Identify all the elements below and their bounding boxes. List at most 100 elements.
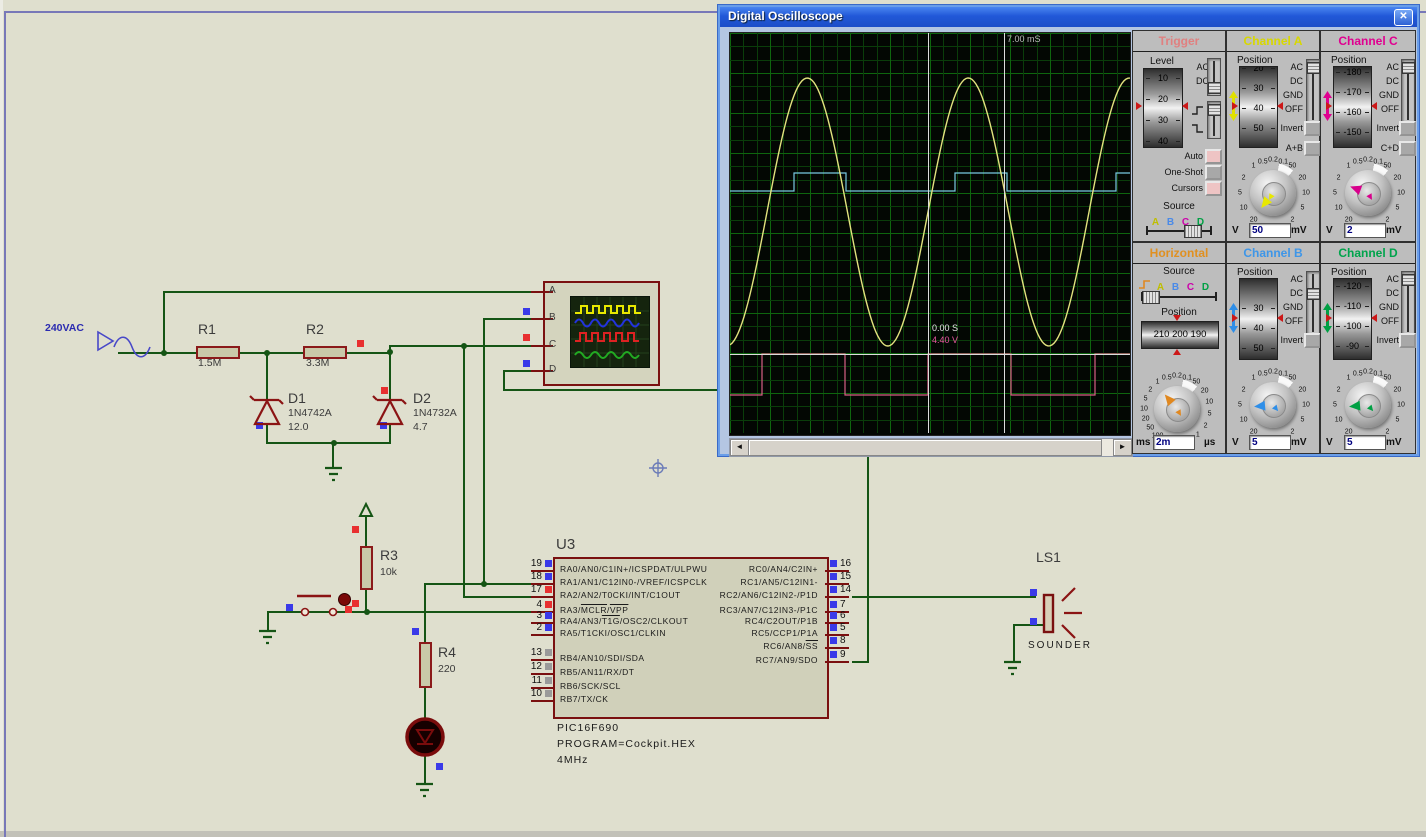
knob-scale-label: 0.2: [1363, 157, 1373, 164]
channel-d-value[interactable]: 5: [1344, 435, 1386, 450]
wire[interactable]: [332, 442, 334, 469]
channel-c-sum-button[interactable]: [1399, 141, 1416, 156]
scrollbar-right-icon[interactable]: ►: [1113, 439, 1132, 456]
knob-scale-label: 2: [1385, 428, 1389, 435]
knob-scale-label: 10: [1335, 416, 1343, 423]
u3-pin-stub[interactable]: [531, 700, 553, 702]
falling-edge-icon: [1191, 123, 1204, 134]
channel-d-v-unit: V: [1326, 437, 1333, 448]
scrollbar-left-icon[interactable]: ◄: [730, 439, 749, 456]
wire[interactable]: [503, 389, 719, 391]
knob-scale-label: 5: [1238, 190, 1242, 197]
wire[interactable]: [267, 611, 269, 631]
wire[interactable]: [483, 318, 485, 585]
close-icon[interactable]: ✕: [1394, 9, 1413, 26]
channel-c-gain-knob[interactable]: 1251020502010520.50.20.1: [1330, 155, 1406, 231]
wire[interactable]: [266, 352, 268, 400]
wire[interactable]: [389, 345, 545, 347]
wire[interactable]: [163, 291, 165, 354]
channel-c-invert-button[interactable]: [1399, 121, 1416, 136]
auto-button[interactable]: [1205, 149, 1222, 164]
u3-pin-label: RB4/AN10/SDI/SDA: [560, 653, 645, 663]
channel-a-position-display[interactable]: 20304050: [1239, 66, 1278, 148]
window-titlebar[interactable]: Digital Oscilloscope ✕: [720, 7, 1417, 27]
channel-b-invert-button[interactable]: [1304, 333, 1321, 348]
trigger-panel: Trigger Level 10203040 AC DC Auto One-Sh…: [1132, 30, 1226, 242]
trigger-source-label: Source: [1133, 201, 1225, 212]
channel-c-position-display[interactable]: -180-170-160-150: [1333, 66, 1372, 148]
timebase-value[interactable]: 2m: [1153, 435, 1195, 450]
channel-b-value[interactable]: 5: [1249, 435, 1291, 450]
wire[interactable]: [852, 596, 1036, 598]
knob-scale-label: 5: [1300, 204, 1304, 211]
wire[interactable]: [425, 583, 533, 585]
channel-d-invert-button[interactable]: [1399, 333, 1416, 348]
state-marker-red: [381, 387, 388, 394]
knob-scale-label: 0.2: [1172, 373, 1182, 380]
u3-pin-stub[interactable]: [825, 596, 849, 598]
resistor-r4[interactable]: [419, 642, 432, 688]
u3-clock: 4MHz: [557, 754, 588, 766]
state-marker-blue: [436, 763, 443, 770]
d1-part: 1N4742A: [288, 407, 332, 419]
scrollbar-thumb[interactable]: [748, 439, 1102, 456]
wire[interactable]: [503, 370, 505, 391]
wire[interactable]: [365, 516, 367, 547]
wire[interactable]: [389, 424, 391, 443]
wire[interactable]: [267, 611, 535, 613]
channel-a-sum-button[interactable]: [1304, 141, 1321, 156]
u3-pin-stub[interactable]: [825, 661, 849, 663]
wire[interactable]: [852, 661, 869, 663]
wire[interactable]: [1013, 624, 1015, 662]
wire[interactable]: [463, 345, 465, 598]
trigger-level-display[interactable]: 10203040: [1143, 68, 1183, 148]
u3-pin-number: 5: [840, 622, 858, 633]
channel-a-value[interactable]: 50: [1249, 223, 1291, 238]
channel-d-position-display[interactable]: -120-110-100-90: [1333, 278, 1372, 360]
u3-pin-stub[interactable]: [531, 634, 553, 636]
wire[interactable]: [236, 352, 305, 354]
channel-a-gain-knob[interactable]: 1251020502010520.50.20.1: [1235, 155, 1311, 231]
one-shot-button[interactable]: [1205, 165, 1222, 180]
knob-scale-label: 0.5: [1162, 374, 1172, 381]
trigger-edge-slider[interactable]: [1207, 101, 1221, 139]
trigger-source-slider[interactable]: [1146, 225, 1212, 237]
channel-c-coupling-slider[interactable]: [1401, 59, 1415, 123]
resistor-r3[interactable]: [360, 546, 373, 590]
wire[interactable]: [266, 424, 268, 443]
display-tick: 20: [1240, 66, 1277, 75]
channel-a-coupling-slider[interactable]: [1306, 59, 1320, 123]
horizontal-position-display[interactable]: 210 200 190: [1141, 321, 1219, 349]
wire[interactable]: [266, 442, 391, 444]
scope-h-scrollbar[interactable]: ◄ ►: [729, 438, 1133, 457]
wire[interactable]: [424, 756, 426, 784]
cursors-button[interactable]: [1205, 181, 1222, 196]
u3-pin-label: RC4/C2OUT/P1B: [745, 616, 818, 626]
u3-pin-stub[interactable]: [531, 596, 553, 598]
wire[interactable]: [424, 684, 426, 718]
channel-c-value[interactable]: 2: [1344, 223, 1386, 238]
ls1-ref: LS1: [1036, 549, 1061, 565]
knob-scale-label: 50: [1146, 425, 1154, 432]
channel-d-gain-knob[interactable]: 1251020502010520.50.20.1: [1330, 367, 1406, 443]
wire[interactable]: [463, 596, 533, 598]
channel-b-gain-knob[interactable]: 1251020502010520.50.20.1: [1235, 367, 1311, 443]
knob-scale-label: 20: [1201, 388, 1209, 395]
trigger-coupling-slider[interactable]: [1207, 58, 1221, 96]
channel-d-dc: DC: [1386, 288, 1399, 298]
wire[interactable]: [118, 352, 198, 354]
knob-scale-label: 0.5: [1353, 158, 1363, 165]
channel-d-coupling-slider[interactable]: [1401, 271, 1415, 335]
d2-part: 1N4732A: [413, 407, 457, 419]
u3-pin-number: 13: [524, 647, 542, 658]
wire[interactable]: [343, 352, 391, 354]
channel-b-coupling-slider[interactable]: [1306, 271, 1320, 335]
wire[interactable]: [389, 352, 391, 400]
wire[interactable]: [163, 291, 545, 293]
display-tick: 50: [1240, 123, 1277, 135]
channel-a-invert-button[interactable]: [1304, 121, 1321, 136]
u3-pin-number: 8: [840, 635, 858, 646]
channel-b-position-display[interactable]: 304050: [1239, 278, 1278, 360]
horizontal-source-slider[interactable]: [1141, 291, 1217, 303]
state-marker-blue: [1030, 618, 1037, 625]
